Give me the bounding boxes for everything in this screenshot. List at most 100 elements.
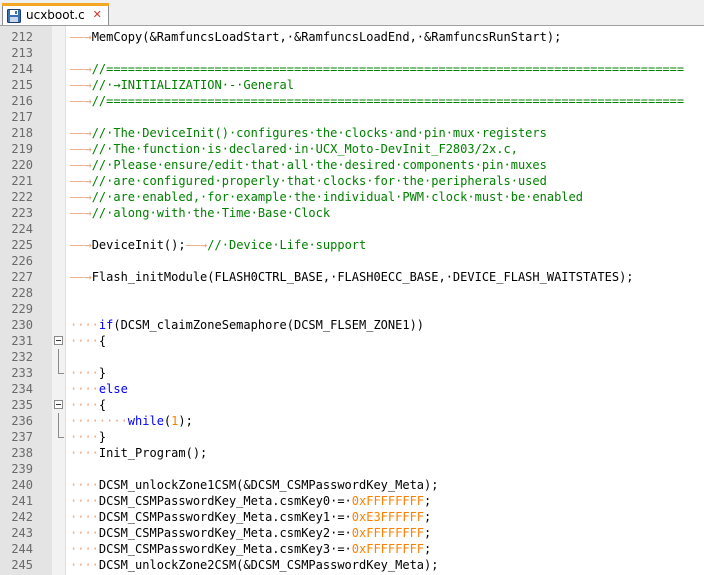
code-line[interactable]: 237 ····} — [0, 429, 704, 445]
code-content: ——→//===================================… — [70, 93, 684, 109]
code-token-ws: ——→ — [70, 270, 92, 284]
code-token-comment: //·The·DeviceInit()·configures·the·clock… — [91, 126, 547, 140]
code-line[interactable]: 234 ····else — [0, 381, 704, 397]
code-line[interactable]: 245 ····DCSM_unlockZone2CSM(&DCSM_CSMPass… — [0, 557, 704, 573]
code-token-ws: ——→ — [70, 206, 92, 220]
code-token-ws: ···· — [70, 478, 99, 492]
file-tab[interactable]: ucxboot.c ✕ — [2, 3, 109, 25]
code-line[interactable]: 216 ——→//================================… — [0, 93, 704, 109]
line-number: 223 — [11, 206, 33, 220]
code-line[interactable]: 231 ····{ — [0, 333, 704, 349]
code-token-ws: ——→ — [70, 94, 92, 108]
line-number: 232 — [11, 350, 33, 364]
code-line[interactable]: 225 ——→DeviceInit();——→//·Device·Life·sup… — [0, 237, 704, 253]
code-content: ——→//===================================… — [70, 61, 684, 77]
code-token-ws: ···· — [70, 542, 99, 556]
code-token-text: DCSM_CSMPasswordKey_Meta.csmKey2·=· — [98, 526, 352, 540]
code-token-kw: if — [98, 318, 114, 332]
code-line[interactable]: 213 — [0, 45, 704, 61]
code-token-ws: ···· — [70, 398, 99, 412]
code-token-text: DeviceInit(); — [91, 238, 186, 252]
code-content: ——→Flash_initModule(FLASH0CTRL_BASE,·FLA… — [70, 269, 634, 285]
code-line[interactable]: 242 ····DCSM_CSMPasswordKey_Meta.csmKey1·… — [0, 509, 704, 525]
line-number: 230 — [11, 318, 33, 332]
line-number: 237 — [11, 430, 33, 444]
code-line[interactable]: 221 ——→//·are·configured·properly·that·cl… — [0, 173, 704, 189]
line-number: 241 — [11, 494, 33, 508]
code-line[interactable]: 241 ····DCSM_CSMPasswordKey_Meta.csmKey0·… — [0, 493, 704, 509]
code-content: ····{ — [70, 333, 106, 349]
line-number: 217 — [11, 110, 33, 124]
code-editor[interactable]: 212 ——→MemCopy(&RamfuncsLoadStart,·&Ramfu… — [0, 26, 704, 575]
line-number: 225 — [11, 238, 33, 252]
code-line[interactable]: 224 — [0, 221, 704, 237]
code-token-text: } — [98, 366, 107, 380]
line-number: 216 — [11, 94, 33, 108]
code-token-text: ); — [178, 414, 193, 428]
code-line[interactable]: 233 ····} — [0, 365, 704, 381]
code-line[interactable]: 219 ——→//·The·function·is·declared·in·UCX… — [0, 141, 704, 157]
code-line[interactable]: 244 ····DCSM_CSMPasswordKey_Meta.csmKey3·… — [0, 541, 704, 557]
code-token-comment: //·Device·Life·support — [207, 238, 367, 252]
code-content: ····} — [70, 365, 106, 381]
code-line[interactable]: 236 ········while(1); — [0, 413, 704, 429]
code-content: ····if(DCSM_claimZoneSemaphore(DCSM_FLSE… — [70, 317, 424, 333]
code-token-comment: //·along·with·the·Time·Base·Clock — [91, 206, 331, 220]
code-token-ws: ···· — [70, 382, 99, 396]
code-token-text: DCSM_CSMPasswordKey_Meta.csmKey3·=· — [98, 542, 352, 556]
tab-title: ucxboot.c — [26, 7, 85, 22]
code-token-num: 0xFFFFFFFF — [351, 526, 425, 540]
code-line[interactable]: 215 ——→//·→INITIALIZATION·-·General — [0, 77, 704, 93]
code-token-comment: //======================================… — [91, 62, 685, 76]
code-line[interactable]: 222 ——→//·are·enabled,·for·example·the·in… — [0, 189, 704, 205]
fold-toggle-icon[interactable] — [52, 397, 66, 413]
code-token-text: DCSM_CSMPasswordKey_Meta.csmKey0·=· — [98, 494, 352, 508]
code-token-text: DCSM_CSMPasswordKey_Meta.csmKey1·=· — [98, 510, 352, 524]
code-token-ws: ——→ — [70, 142, 92, 156]
code-line[interactable]: 229 — [0, 301, 704, 317]
code-line[interactable]: 223 ——→//·along·with·the·Time·Base·Clock — [0, 205, 704, 221]
code-token-comment: //·are·enabled,·for·example·the·individu… — [91, 190, 583, 204]
code-token-text: ; — [424, 510, 432, 524]
code-line[interactable]: 232 — [0, 349, 704, 365]
code-token-ws: ···· — [70, 430, 99, 444]
code-token-text: DCSM_unlockZone1CSM(&DCSM_CSMPasswordKey… — [98, 478, 439, 492]
line-number: 238 — [11, 446, 33, 460]
line-number: 244 — [11, 542, 33, 556]
code-line[interactable]: 243 ····DCSM_CSMPasswordKey_Meta.csmKey2·… — [0, 525, 704, 541]
code-content: ····DCSM_CSMPasswordKey_Meta.csmKey2·=·0… — [70, 525, 431, 541]
line-number: 219 — [11, 142, 33, 156]
code-line[interactable]: 227 ——→Flash_initModule(FLASH0CTRL_BASE,·… — [0, 269, 704, 285]
fold-toggle-icon[interactable] — [52, 333, 66, 349]
code-token-ws: ···· — [70, 558, 99, 572]
code-token-ws: ——→ — [185, 238, 208, 252]
line-number: 231 — [11, 334, 33, 348]
code-token-text: ; — [424, 542, 432, 556]
close-icon[interactable]: ✕ — [91, 8, 104, 21]
code-line[interactable]: 240 ····DCSM_unlockZone1CSM(&DCSM_CSMPass… — [0, 477, 704, 493]
code-line[interactable]: 212 ——→MemCopy(&RamfuncsLoadStart,·&Ramfu… — [0, 29, 704, 45]
code-line[interactable]: 226 — [0, 253, 704, 269]
code-token-ws: ——→ — [70, 158, 92, 172]
fold-guide-line — [52, 413, 66, 429]
code-line[interactable]: 218 ——→//·The·DeviceInit()·configures·the… — [0, 125, 704, 141]
code-token-num: 0xFFFFFFFF — [351, 542, 425, 556]
code-line[interactable]: 238 ····Init_Program(); — [0, 445, 704, 461]
code-content: ····Init_Program(); — [70, 445, 207, 461]
code-token-text: (DCSM_claimZoneSemaphore(DCSM_FLSEM_ZONE… — [113, 318, 425, 332]
code-token-text: ; — [424, 494, 432, 508]
code-line[interactable]: 220 ——→//·Please·ensure/edit·that·all·the… — [0, 157, 704, 173]
code-token-ws: ——→ — [70, 62, 92, 76]
code-token-ws: ···· — [70, 366, 99, 380]
code-content: ····DCSM_unlockZone2CSM(&DCSM_CSMPasswor… — [70, 557, 438, 573]
code-line[interactable]: 230 ····if(DCSM_claimZoneSemaphore(DCSM_F… — [0, 317, 704, 333]
tab-bar: ucxboot.c ✕ — [0, 0, 704, 26]
code-line[interactable]: 214 ——→//================================… — [0, 61, 704, 77]
code-line[interactable]: 228 — [0, 285, 704, 301]
code-line[interactable]: 235 ····{ — [0, 397, 704, 413]
code-line[interactable]: 217 — [0, 109, 704, 125]
code-line[interactable]: 239 — [0, 461, 704, 477]
line-number: 243 — [11, 526, 33, 540]
line-number: 236 — [11, 414, 33, 428]
line-number: 227 — [11, 270, 33, 284]
